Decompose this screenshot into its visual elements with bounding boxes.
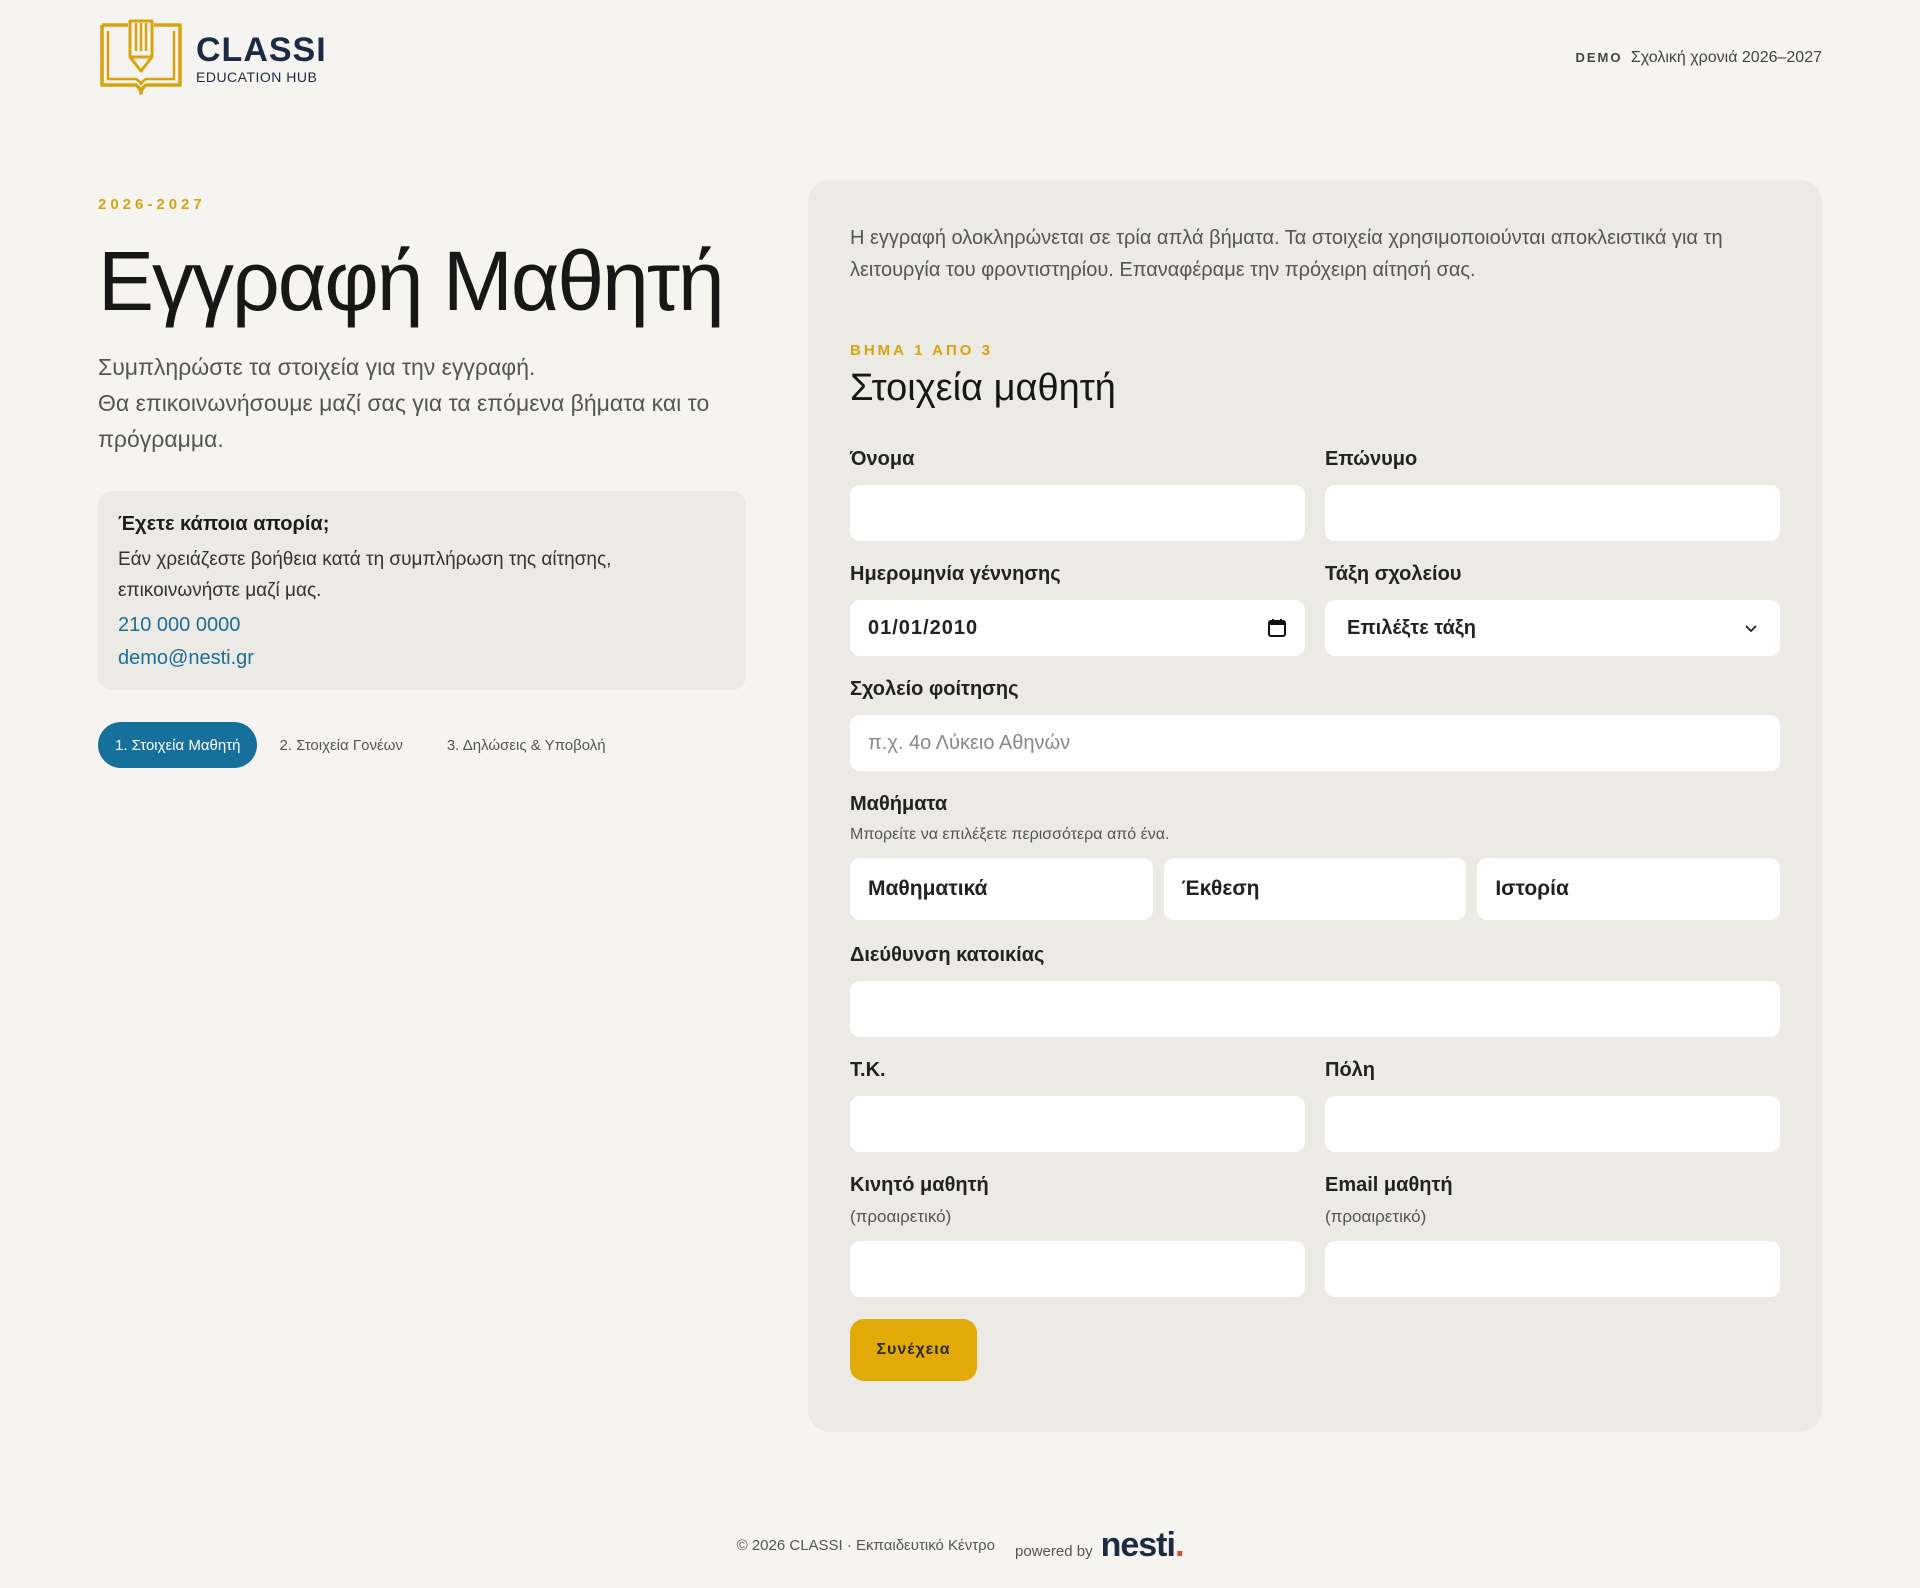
registration-form-card: Η εγγραφή ολοκληρώνεται σε τρία απλά βήμ…: [808, 180, 1822, 1432]
form-intro: Η εγγραφή ολοκληρώνεται σε τρία απλά βήμ…: [850, 227, 1723, 281]
mobile-optional-note: (προαιρετικό): [850, 1207, 952, 1226]
class-label: Τάξη σχολείου: [1325, 563, 1462, 585]
nesti-dot: .: [1174, 1526, 1185, 1564]
tab-declarations-submit[interactable]: 3. Δηλώσεις & Υποβολή: [425, 722, 628, 768]
logo-subtitle: EDUCATION HUB: [196, 68, 318, 85]
last-name-label: Επώνυμο: [1325, 448, 1418, 470]
tab-student-details[interactable]: 1. Στοιχεία Μαθητή: [98, 722, 258, 769]
school-year: Σχολική χρονιά 2026–2027: [1630, 49, 1822, 66]
address-field: Διεύθυνση κατοικίας: [850, 944, 1780, 1037]
first-name-input[interactable]: [850, 485, 1305, 541]
mobile-label: Κινητό μαθητή: [850, 1174, 989, 1196]
logo-name: CLASSI: [196, 30, 327, 69]
address-input[interactable]: [850, 981, 1780, 1037]
help-email-link[interactable]: demo@nesti.gr: [118, 647, 726, 670]
year-eyebrow: 2026-2027: [98, 196, 206, 213]
subject-option-maths[interactable]: Μαθηματικά: [850, 858, 1153, 920]
continue-button[interactable]: Συνέχεια: [850, 1319, 977, 1381]
first-name-label: Όνομα: [850, 448, 915, 470]
zip-label: Τ.Κ.: [850, 1059, 886, 1081]
page-lead: Συμπληρώστε τα στοιχεία για την εγγραφή.…: [98, 349, 746, 457]
city-input[interactable]: [1325, 1096, 1780, 1152]
email-optional-note: (προαιρετικό): [1325, 1207, 1427, 1226]
school-field: Σχολείο φοίτησης: [850, 678, 1780, 771]
last-name-input[interactable]: [1325, 485, 1780, 541]
step-indicator: ΒΗΜΑ 1 ΑΠΟ 3: [850, 342, 993, 359]
email-input[interactable]: [1325, 1241, 1780, 1297]
birth-class-row: Ημερομηνία γέννησης 01/01/2010 Τάξη σχολ…: [850, 563, 1780, 656]
help-phone-link[interactable]: 210 000 0000: [118, 614, 726, 637]
help-title: Έχετε κάποια απορία;: [118, 513, 330, 536]
subjects-label: Μαθήματα: [850, 793, 948, 815]
page-title: Εγγραφή Μαθητή: [98, 234, 725, 328]
header: CLASSI EDUCATION HUB DEMO Σχολική χρονιά…: [98, 18, 1822, 98]
school-input[interactable]: [850, 715, 1780, 771]
lead-line-1: Συμπληρώστε τα στοιχεία για την εγγραφή.: [98, 354, 536, 381]
birth-date-label: Ημερομηνία γέννησης: [850, 563, 1061, 585]
step-tabs: 1. Στοιχεία Μαθητή 2. Στοιχεία Γονέων 3.…: [98, 722, 746, 769]
demo-badge: DEMO: [1575, 50, 1623, 65]
birth-date-input[interactable]: 01/01/2010: [850, 600, 1305, 656]
contact-row: Κινητό μαθητή (προαιρετικό) Email μαθητή…: [850, 1174, 1780, 1297]
mobile-input[interactable]: [850, 1241, 1305, 1297]
help-card: Έχετε κάποια απορία; Εάν χρειάζεστε βοήθ…: [98, 491, 746, 691]
address-label: Διεύθυνση κατοικίας: [850, 944, 1045, 966]
copyright: © 2026 CLASSI · Εκπαιδευτικό Κέντρο: [736, 1537, 996, 1554]
subject-option-history[interactable]: Ιστορία: [1477, 858, 1781, 920]
school-year-info: DEMO Σχολική χρονιά 2026–2027: [1575, 49, 1822, 67]
name-row: Όνομα Επώνυμο: [850, 448, 1780, 541]
calendar-icon[interactable]: [1267, 618, 1287, 638]
chevron-down-icon: [1745, 625, 1757, 633]
zip-input[interactable]: [850, 1096, 1305, 1152]
subject-option-essay[interactable]: Έκθεση: [1163, 858, 1467, 920]
intro-column: 2026-2027 Εγγραφή Μαθητή Συμπληρώστε τα …: [98, 196, 746, 769]
subjects-hint: Μπορείτε να επιλέξετε περισσότερα από έν…: [850, 826, 1170, 843]
birth-date-value: 01/01/2010: [868, 616, 979, 639]
city-label: Πόλη: [1325, 1059, 1375, 1081]
help-text: Εάν χρειάζεστε βοήθεια κατά τη συμπλήρωσ…: [118, 549, 612, 602]
book-pencil-logo-icon: [100, 19, 182, 95]
nesti-logo[interactable]: nesti.: [1100, 1526, 1185, 1565]
subjects-field: Μαθήματα Μπορείτε να επιλέξετε περισσότε…: [850, 793, 1781, 920]
subjects-options: Μαθηματικά Έκθεση Ιστορία: [850, 858, 1781, 920]
class-select-value: Επιλέξτε τάξη: [1347, 616, 1477, 639]
tab-parent-details[interactable]: 2. Στοιχεία Γονέων: [257, 722, 424, 768]
logo[interactable]: CLASSI EDUCATION HUB: [98, 19, 327, 97]
section-title: Στοιχεία μαθητή: [850, 367, 1116, 409]
footer: © 2026 CLASSI · Εκπαιδευτικό Κέντρο powe…: [0, 1526, 1920, 1565]
zip-city-row: Τ.Κ. Πόλη: [850, 1059, 1780, 1152]
nesti-brand: nesti: [1100, 1526, 1176, 1564]
class-select[interactable]: Επιλέξτε τάξη: [1325, 600, 1780, 656]
powered-by-label: powered by: [1015, 1543, 1093, 1560]
school-label: Σχολείο φοίτησης: [850, 678, 1019, 700]
powered-by: powered by nesti.: [1015, 1526, 1185, 1565]
lead-line-2: Θα επικοινωνήσουμε μαζί σας για τα επόμε…: [98, 390, 710, 453]
email-label: Email μαθητή: [1325, 1174, 1453, 1196]
